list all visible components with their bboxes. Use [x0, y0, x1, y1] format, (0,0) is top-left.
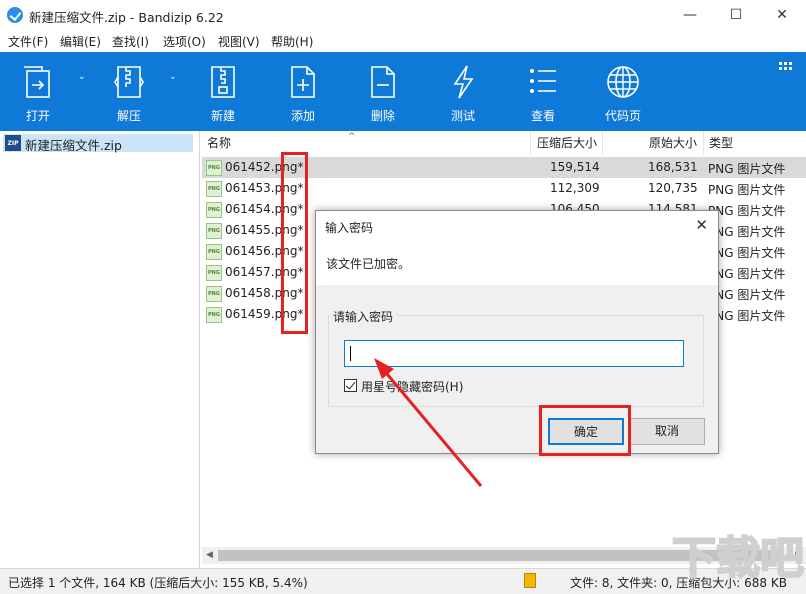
annotation-arrow-icon	[374, 358, 483, 487]
